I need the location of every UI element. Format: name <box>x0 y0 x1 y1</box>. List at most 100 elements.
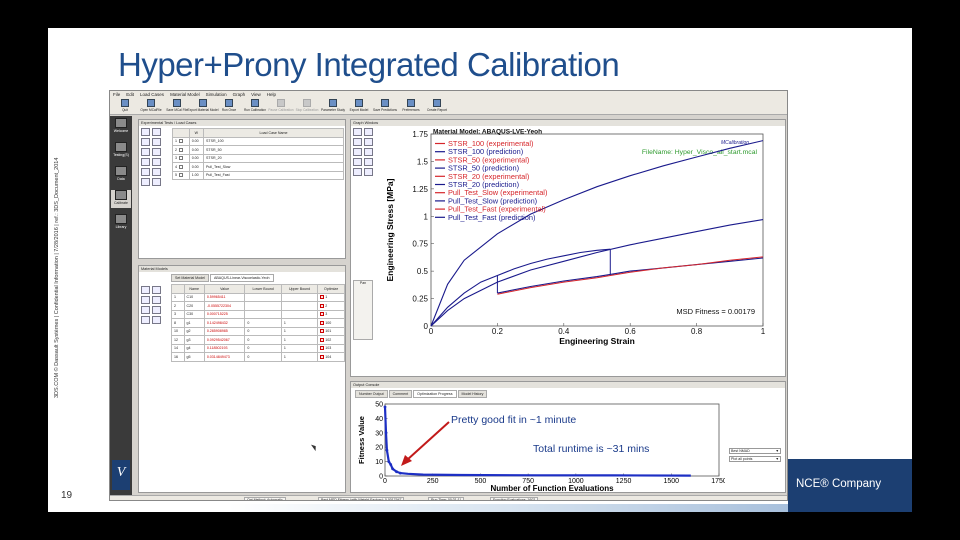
export-model-button[interactable]: Export Model <box>347 98 371 114</box>
remove-icon[interactable] <box>152 286 161 294</box>
table-row[interactable]: 5 1.00 Pull_Test_Fast <box>172 170 344 180</box>
param-value[interactable]: 0.0314849473 <box>203 352 246 362</box>
run-once-button[interactable]: Run Once <box>217 98 241 114</box>
legend-icon[interactable] <box>364 168 373 176</box>
grid-icon[interactable] <box>353 168 362 176</box>
line-icon[interactable] <box>353 138 362 146</box>
param-name[interactable]: C30 <box>183 309 205 319</box>
table-row[interactable]: 1 C10 0.59965411 1 <box>171 292 345 302</box>
param-name[interactable]: g5 <box>183 352 205 362</box>
optimize-checkbox[interactable] <box>320 329 325 334</box>
scale-icon[interactable] <box>141 178 150 186</box>
param-upper[interactable]: 1 <box>280 352 319 362</box>
param-upper[interactable]: 1 <box>280 326 319 336</box>
param-upper[interactable] <box>280 292 319 302</box>
param-upper[interactable]: 1 <box>280 318 319 328</box>
param-name[interactable]: g3 <box>183 335 205 345</box>
stop-calibration-button[interactable]: Stop Calibration <box>295 98 319 114</box>
column-header[interactable]: Name <box>183 284 205 294</box>
nav-data[interactable]: Data <box>111 166 131 184</box>
row-checkbox[interactable] <box>179 164 183 169</box>
nav-testings[interactable]: Testing(S) <box>111 142 131 160</box>
column-header[interactable]: Load Case Name <box>203 128 344 138</box>
table-row[interactable]: 1 0.00 STSR_100 <box>172 136 344 146</box>
row-checkbox[interactable] <box>179 173 183 178</box>
zoom-out-icon[interactable] <box>364 148 373 156</box>
table-row[interactable]: 3 0.00 STSR_20 <box>172 153 344 163</box>
param-upper[interactable]: 1 <box>280 335 319 345</box>
plot-icon[interactable] <box>141 168 150 176</box>
menu-graph[interactable]: Graph <box>233 92 246 97</box>
option-select[interactable]: Plot all points ▼ <box>729 456 781 462</box>
open-mcalfile-button[interactable]: Open MCalFile <box>139 98 163 114</box>
column-header[interactable]: W <box>188 128 205 138</box>
load-case-name[interactable]: STSR_50 <box>203 145 344 155</box>
menu-edit[interactable]: Edit <box>126 92 134 97</box>
param-lower[interactable]: 0 <box>244 335 282 345</box>
export-icon[interactable] <box>152 316 161 324</box>
optimize-checkbox[interactable] <box>320 354 325 359</box>
preferences-button[interactable]: Preferences <box>399 98 423 114</box>
param-upper[interactable] <box>280 309 319 319</box>
create-report-button[interactable]: Create Report <box>425 98 449 114</box>
table-row[interactable]: 16 g5 0.0314849473 0 1 104 <box>171 352 345 362</box>
add-icon[interactable] <box>141 128 150 136</box>
export-icon[interactable] <box>152 158 161 166</box>
param-name[interactable]: g2 <box>183 326 205 336</box>
param-name[interactable]: g4 <box>183 343 205 353</box>
output-tab[interactable]: Comment <box>388 390 413 398</box>
param-upper[interactable]: 1 <box>280 343 319 353</box>
param-value[interactable]: 0.0929542067 <box>203 335 246 345</box>
param-value[interactable]: 0.285908985 <box>203 326 246 336</box>
menu-file[interactable]: File <box>113 92 120 97</box>
zoom-in-icon[interactable] <box>353 148 362 156</box>
table-row[interactable]: 12 g3 0.0929542067 0 1 102 <box>171 335 345 345</box>
pointer-icon[interactable] <box>353 128 362 136</box>
edit-icon[interactable] <box>152 296 161 304</box>
unlock-icon[interactable] <box>152 306 161 314</box>
param-lower[interactable]: 0 <box>244 352 282 362</box>
param-value[interactable]: 0.142498432 <box>203 318 246 328</box>
quit-button[interactable]: Quit <box>113 98 137 114</box>
weight-cell[interactable]: 0.00 <box>188 136 205 146</box>
weight-cell[interactable]: 0.00 <box>188 153 205 163</box>
param-value[interactable]: 0.118502193 <box>203 343 246 353</box>
optimize-checkbox[interactable] <box>320 295 325 300</box>
table-row[interactable]: 4 0.00 Pull_Test_Slow <box>172 162 344 172</box>
plot-icon[interactable] <box>141 296 150 304</box>
row-checkbox[interactable] <box>179 147 183 152</box>
column-header[interactable] <box>171 284 185 294</box>
edit-icon[interactable] <box>152 138 161 146</box>
optimize-checkbox[interactable] <box>320 337 325 342</box>
import-icon[interactable] <box>141 316 150 324</box>
table-row[interactable]: 3 C30 0.000715225 3 <box>171 309 345 319</box>
add-icon[interactable] <box>141 286 150 294</box>
copy-icon[interactable] <box>141 138 150 146</box>
save-predictions-button[interactable]: Save Predictions <box>373 98 397 114</box>
load-case-name[interactable]: Pull_Test_Slow <box>203 162 344 172</box>
weight-cell[interactable]: 1.00 <box>188 170 205 180</box>
lock-icon[interactable] <box>141 306 150 314</box>
settings-icon[interactable] <box>152 178 161 186</box>
output-tab[interactable]: Model History <box>457 390 488 398</box>
pause-calibration-button[interactable]: Pause Calibration <box>268 98 294 114</box>
param-lower[interactable]: 0 <box>244 343 282 353</box>
table-row[interactable]: 8 g1 0.142498432 0 1 100 <box>171 318 345 328</box>
option-select[interactable]: Best NMAD ▼ <box>729 448 781 454</box>
save-mcal-file-button[interactable]: Save MCal File <box>165 98 189 114</box>
menu-help[interactable]: Help <box>267 92 276 97</box>
run-calibration-button[interactable]: Run Calibration <box>243 98 267 114</box>
output-tab[interactable]: Optimization Progress <box>413 390 457 398</box>
nav-calibrate[interactable]: Calibrate <box>111 190 131 208</box>
output-tab[interactable]: Number Output <box>355 390 388 398</box>
nav-library[interactable]: Library <box>111 214 131 232</box>
table-row[interactable]: 2 0.00 STSR_50 <box>172 145 344 155</box>
fit-icon[interactable] <box>364 158 373 166</box>
down-icon[interactable] <box>152 148 161 156</box>
material-tab[interactable]: Set Material Model <box>171 274 209 282</box>
optimize-checkbox[interactable] <box>320 303 325 308</box>
column-header[interactable] <box>172 128 190 138</box>
param-lower[interactable] <box>244 301 282 311</box>
menu-view[interactable]: View <box>251 92 261 97</box>
load-case-name[interactable]: STSR_20 <box>203 153 344 163</box>
